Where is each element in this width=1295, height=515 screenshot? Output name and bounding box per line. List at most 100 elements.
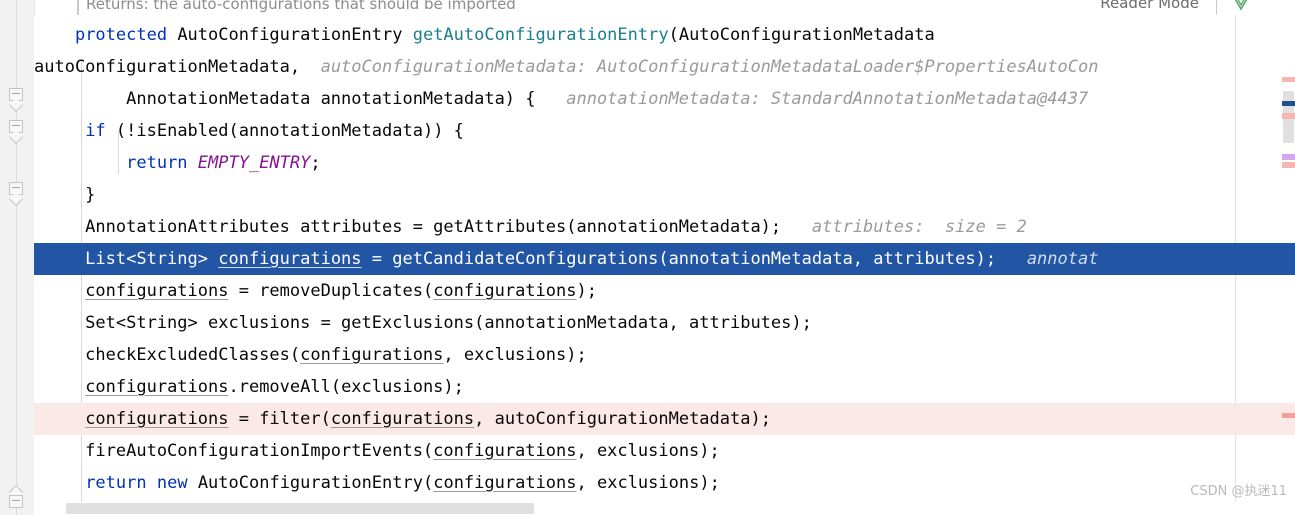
- line-fire-import-events-seg-1: configurations: [433, 441, 577, 461]
- line-return-empty-entry-seg-2: [188, 153, 198, 173]
- line-get-exclusions-seg-0: Set<String> exclusions = getExclusions(a…: [34, 313, 812, 333]
- line-annotation-attributes-seg-1: attributes: size = 2: [811, 217, 1027, 237]
- line-filter-seg-4: , autoConfigurationMetadata);: [474, 409, 771, 429]
- marker-search-match-2[interactable]: [1282, 162, 1295, 168]
- fold-marker-if-block-minus-icon: [12, 125, 20, 126]
- line-check-excluded-classes-text: checkExcludedClasses(configurations, exc…: [34, 339, 587, 371]
- line-remove-duplicates[interactable]: configurations = removeDuplicates(config…: [34, 275, 1295, 307]
- line-filter-seg-0: [34, 409, 85, 429]
- inspection-ok-checkmark-icon[interactable]: [1231, 0, 1251, 13]
- line-return-new-entry-seg-0: [34, 473, 85, 493]
- line-signature-2[interactable]: autoConfigurationMetadata, autoConfigura…: [34, 51, 1295, 83]
- line-signature-2-seg-0: autoConfigurationMetadata,: [34, 57, 321, 77]
- line-close-brace-text: }: [34, 179, 95, 211]
- code-content-area[interactable]: protected AutoConfigurationEntry getAuto…: [34, 15, 1295, 515]
- line-candidate-configurations-seg-1: configurations: [218, 249, 362, 269]
- line-return-new-entry-seg-4: AutoConfigurationEntry(: [187, 473, 434, 493]
- line-signature-3-text: AnnotationMetadata annotationMetadata) {…: [34, 83, 1088, 115]
- line-annotation-attributes-seg-0: AnnotationAttributes attributes = getAtt…: [34, 217, 812, 237]
- line-signature-3[interactable]: AnnotationMetadata annotationMetadata) {…: [34, 83, 1295, 115]
- line-return-empty-entry-seg-1: return: [126, 153, 188, 173]
- line-remove-all-seg-1: configurations: [85, 377, 229, 397]
- line-candidate-configurations-seg-2: = getCandidateConfigurations(annotationM…: [361, 249, 1027, 269]
- line-return-new-entry[interactable]: return new AutoConfigurationEntry(config…: [34, 467, 1295, 499]
- line-signature-2-text: autoConfigurationMetadata, autoConfigura…: [34, 51, 1098, 83]
- line-return-new-entry-seg-3: new: [156, 473, 188, 493]
- fold-marker-block-end-minus-icon: [12, 187, 20, 188]
- line-fire-import-events-seg-0: fireAutoConfigurationImportEvents(: [34, 441, 434, 461]
- code-editor[interactable]: Returns: the auto-configurations that sh…: [0, 0, 1295, 515]
- line-check-excluded-classes-seg-2: , exclusions);: [443, 345, 587, 365]
- javadoc-returns-strip: Returns: the auto-configurations that sh…: [0, 0, 1295, 15]
- line-close-brace[interactable]: }: [34, 179, 1295, 211]
- fold-rail: [16, 0, 17, 515]
- line-filter-seg-3: configurations: [330, 409, 475, 429]
- marker-execution-pointer[interactable]: [1282, 413, 1295, 418]
- line-signature-1-seg-1: protected: [74, 25, 168, 45]
- csdn-watermark: CSDN @执迷11: [1190, 484, 1287, 499]
- fold-marker-method[interactable]: [8, 88, 25, 113]
- line-fire-import-events-seg-2: , exclusions);: [576, 441, 720, 461]
- marker-caret-position[interactable]: [1282, 101, 1295, 106]
- line-return-empty-entry-seg-0: [34, 153, 126, 173]
- line-signature-1-seg-4: (AutoConfigurationMetadata: [668, 25, 935, 45]
- line-annotation-attributes-text: AnnotationAttributes attributes = getAtt…: [34, 211, 1027, 243]
- line-signature-1-text: protected AutoConfigurationEntry getAuto…: [34, 19, 935, 51]
- line-candidate-configurations[interactable]: List<String> configurations = getCandida…: [34, 243, 1295, 275]
- line-filter[interactable]: configurations = filter(configurations, …: [34, 403, 1295, 435]
- reader-mode-divider: [1216, 0, 1217, 15]
- line-if-isenabled-text: if (!isEnabled(annotationMetadata)) {: [34, 115, 464, 147]
- fold-marker-if-block[interactable]: [8, 120, 25, 145]
- line-filter-seg-1: configurations: [85, 409, 229, 429]
- line-signature-3-seg-0: AnnotationMetadata annotationMetadata) {: [34, 89, 567, 109]
- line-if-isenabled-seg-1: if: [85, 121, 106, 141]
- line-get-exclusions[interactable]: Set<String> exclusions = getExclusions(a…: [34, 307, 1295, 339]
- line-remove-duplicates-seg-2: = removeDuplicates(: [228, 281, 434, 301]
- line-candidate-configurations-text: List<String> configurations = getCandida…: [34, 243, 1098, 275]
- line-if-isenabled[interactable]: if (!isEnabled(annotationMetadata)) {: [34, 115, 1295, 147]
- line-remove-all-seg-0: [34, 377, 85, 397]
- marker-error-current[interactable]: [1282, 113, 1295, 119]
- line-signature-3-seg-1: annotationMetadata: StandardAnnotationMe…: [566, 89, 1089, 109]
- line-filter-text: configurations = filter(configurations, …: [34, 403, 771, 435]
- vertical-scrollbar[interactable]: [1282, 15, 1295, 515]
- line-fire-import-events[interactable]: fireAutoConfigurationImportEvents(config…: [34, 435, 1295, 467]
- line-get-exclusions-text: Set<String> exclusions = getExclusions(a…: [34, 307, 812, 339]
- fold-marker-bottom-minus-icon: [12, 500, 20, 501]
- line-remove-all[interactable]: configurations.removeAll(exclusions);: [34, 371, 1295, 403]
- line-return-empty-entry[interactable]: return EMPTY_ENTRY;: [34, 147, 1295, 179]
- javadoc-returns-text: Returns: the auto-configurations that sh…: [86, 0, 516, 13]
- line-fire-import-events-text: fireAutoConfigurationImportEvents(config…: [34, 435, 720, 467]
- horizontal-scrollbar[interactable]: [34, 502, 1295, 515]
- line-return-new-entry-seg-2: [147, 473, 157, 493]
- marker-warning-top[interactable]: [1282, 77, 1295, 82]
- reader-mode-label[interactable]: Reader Mode: [1100, 0, 1199, 12]
- line-remove-duplicates-seg-4: );: [576, 281, 597, 301]
- fold-marker-bottom-box: [9, 495, 23, 508]
- line-return-new-entry-text: return new AutoConfigurationEntry(config…: [34, 467, 720, 499]
- line-remove-duplicates-seg-3: configurations: [433, 281, 577, 301]
- fold-marker-method-minus-icon: [12, 93, 20, 94]
- line-check-excluded-classes[interactable]: checkExcludedClasses(configurations, exc…: [34, 339, 1295, 371]
- horizontal-scrollbar-thumb[interactable]: [66, 503, 534, 514]
- line-if-isenabled-seg-0: [34, 121, 85, 141]
- line-signature-1[interactable]: protected AutoConfigurationEntry getAuto…: [34, 19, 1295, 51]
- fold-marker-bottom[interactable]: [8, 484, 25, 511]
- line-return-new-entry-seg-5: configurations: [433, 473, 577, 493]
- line-candidate-configurations-seg-0: List<String>: [34, 249, 219, 269]
- line-annotation-attributes[interactable]: AnnotationAttributes attributes = getAtt…: [34, 211, 1295, 243]
- line-signature-2-seg-1: autoConfigurationMetadata: AutoConfigura…: [320, 57, 1099, 77]
- editor-gutter[interactable]: [0, 0, 35, 515]
- line-signature-1-seg-3: getAutoConfigurationEntry: [412, 25, 669, 45]
- line-return-new-entry-seg-1: return: [85, 473, 147, 493]
- marker-search-match[interactable]: [1282, 154, 1295, 160]
- line-return-empty-entry-seg-4: ;: [310, 153, 321, 173]
- line-remove-duplicates-seg-1: configurations: [85, 281, 229, 301]
- line-remove-duplicates-seg-0: [34, 281, 85, 301]
- line-candidate-configurations-seg-3: annotat: [1026, 249, 1099, 269]
- line-signature-1-seg-2: AutoConfigurationEntry: [167, 25, 413, 45]
- line-check-excluded-classes-seg-0: checkExcludedClasses(: [34, 345, 301, 365]
- line-close-brace-seg-0: }: [34, 185, 96, 205]
- javadoc-left-bar: [77, 0, 79, 15]
- fold-marker-block-end[interactable]: [8, 182, 25, 207]
